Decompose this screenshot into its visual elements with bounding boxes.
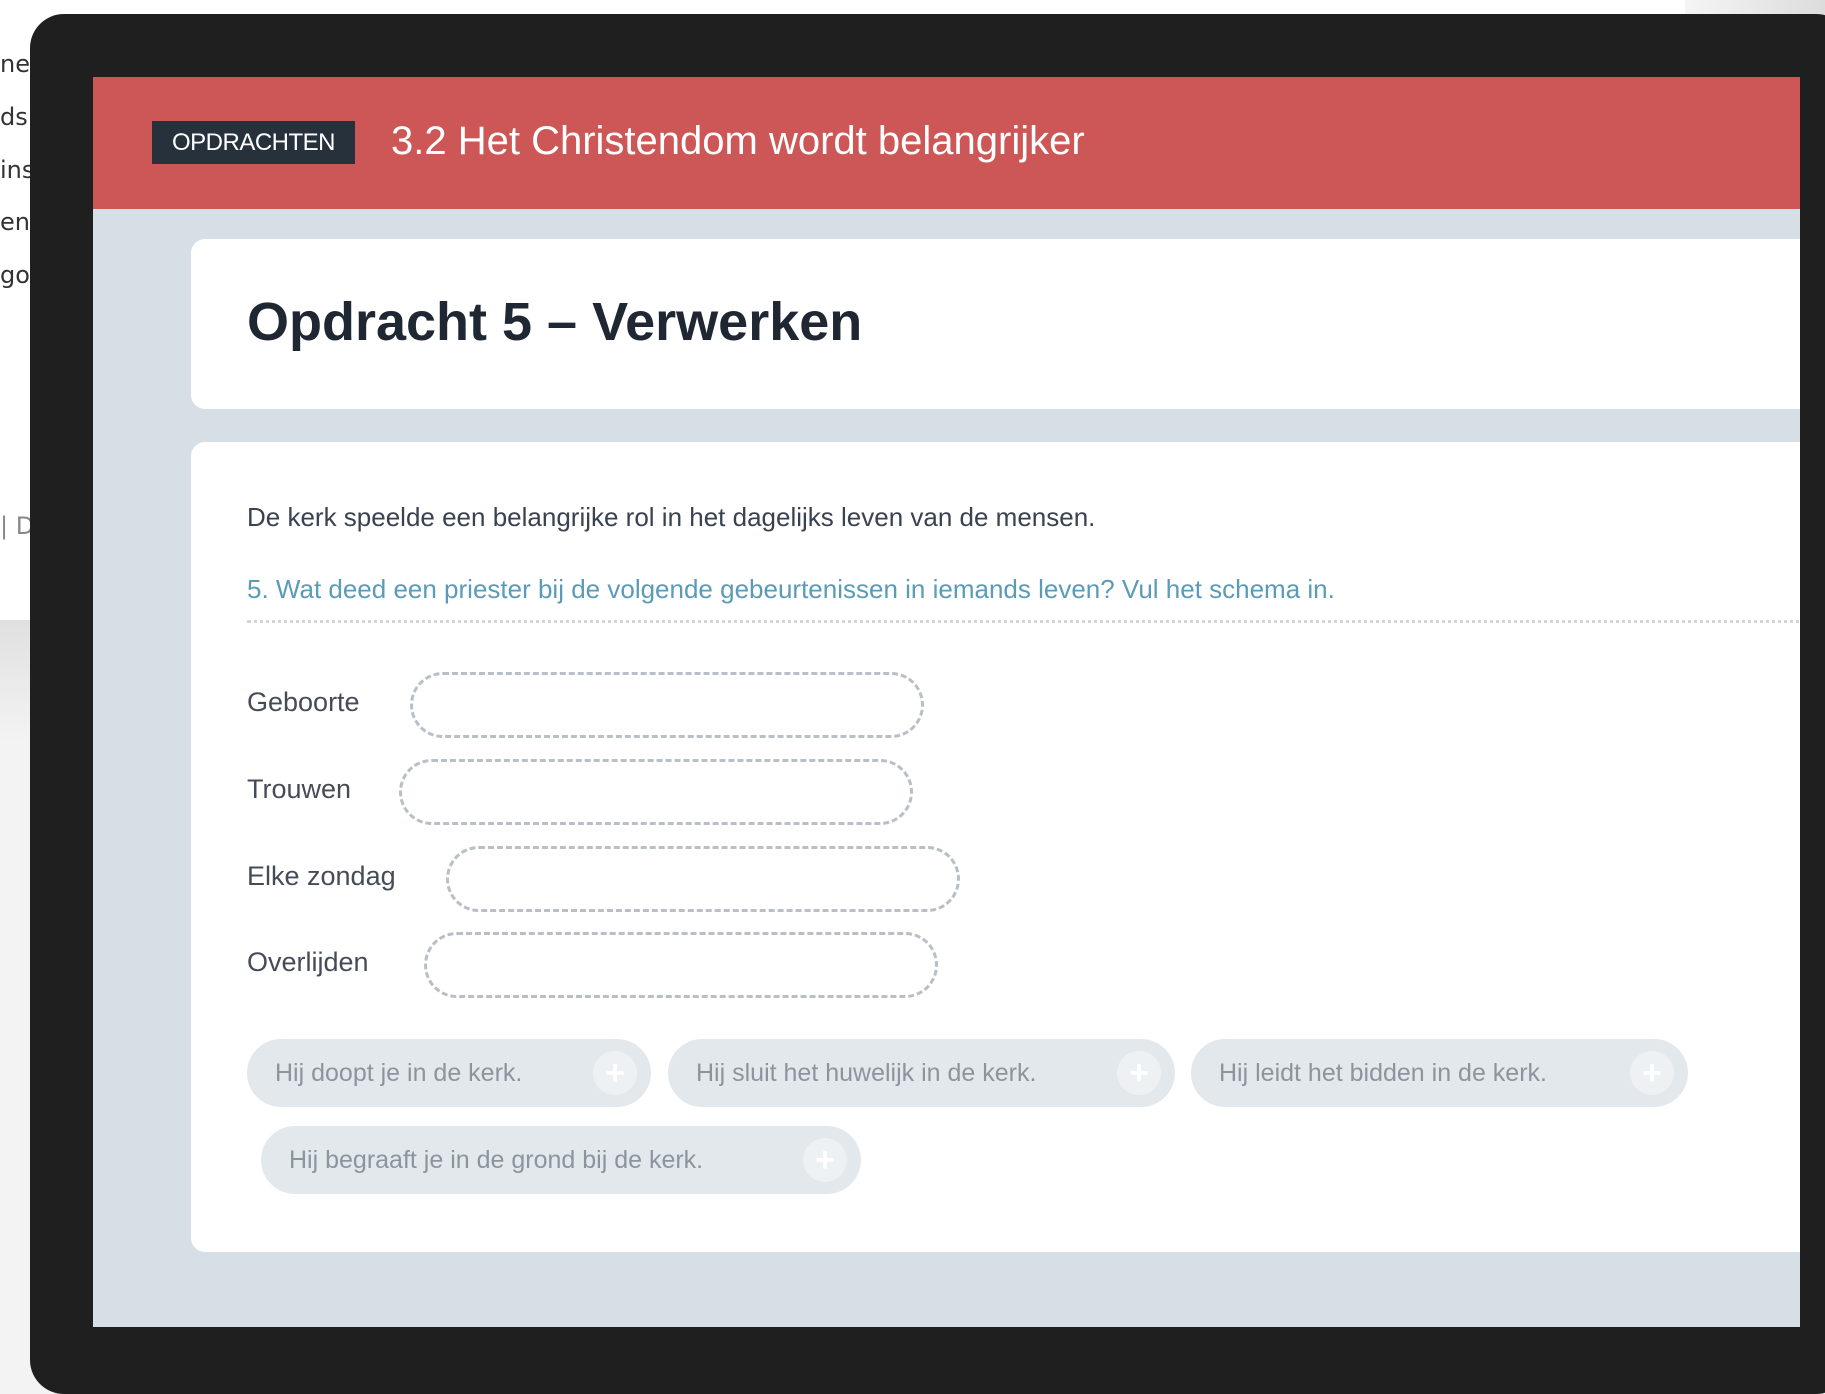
answer-chip[interactable]: Hij doopt je in de kerk. + [247,1039,651,1107]
dropzone-geboorte[interactable] [410,672,924,738]
answer-chip[interactable]: Hij sluit het huwelijk in de kerk. + [668,1039,1175,1107]
answer-chip-label: Hij begraaft je in de grond bij de kerk. [289,1145,704,1174]
plus-icon[interactable]: + [1117,1051,1161,1095]
row-label-trouwen: Trouwen [247,774,352,804]
answer-chip[interactable]: Hij leidt het bidden in de kerk. + [1191,1039,1688,1107]
dropzone-elke-zondag[interactable] [446,846,960,912]
plus-icon[interactable]: + [1630,1051,1674,1095]
app-header: OPDRACHTEN 3.2 Het Christendom wordt bel… [93,77,1800,209]
plus-icon[interactable]: + [593,1051,637,1095]
row-label-geboorte: Geboorte [247,687,360,717]
background-text: ds [0,103,28,131]
dropzone-trouwen[interactable] [399,759,913,825]
answer-chip[interactable]: Hij begraaft je in de grond bij de kerk.… [261,1126,861,1194]
answer-chip-label: Hij sluit het huwelijk in de kerk. [696,1058,1037,1087]
page-title: Opdracht 5 – Verwerken [247,292,863,352]
row-label-overlijden: Overlijden [247,947,369,977]
background-text: go [0,261,30,289]
chapter-title: 3.2 Het Christendom wordt belangrijker [391,119,1085,163]
exercise-card: De kerk speelde een belangrijke rol in h… [191,442,1800,1252]
plus-icon[interactable]: + [803,1138,847,1182]
tablet-screen: OPDRACHTEN 3.2 Het Christendom wordt bel… [93,77,1800,1327]
title-card: Opdracht 5 – Verwerken [191,239,1800,409]
question-text: 5. Wat deed een priester bij de volgende… [247,574,1335,604]
answer-chip-label: Hij leidt het bidden in de kerk. [1219,1058,1547,1087]
answer-chip-label: Hij doopt je in de kerk. [275,1058,523,1087]
row-label-elke-zondag: Elke zondag [247,861,396,891]
section-badge[interactable]: OPDRACHTEN [152,121,355,164]
dropzone-overlijden[interactable] [424,932,938,998]
divider [247,620,1800,623]
background-text: ne [0,50,30,78]
intro-text: De kerk speelde een belangrijke rol in h… [247,502,1096,532]
background-text: en [0,208,30,236]
